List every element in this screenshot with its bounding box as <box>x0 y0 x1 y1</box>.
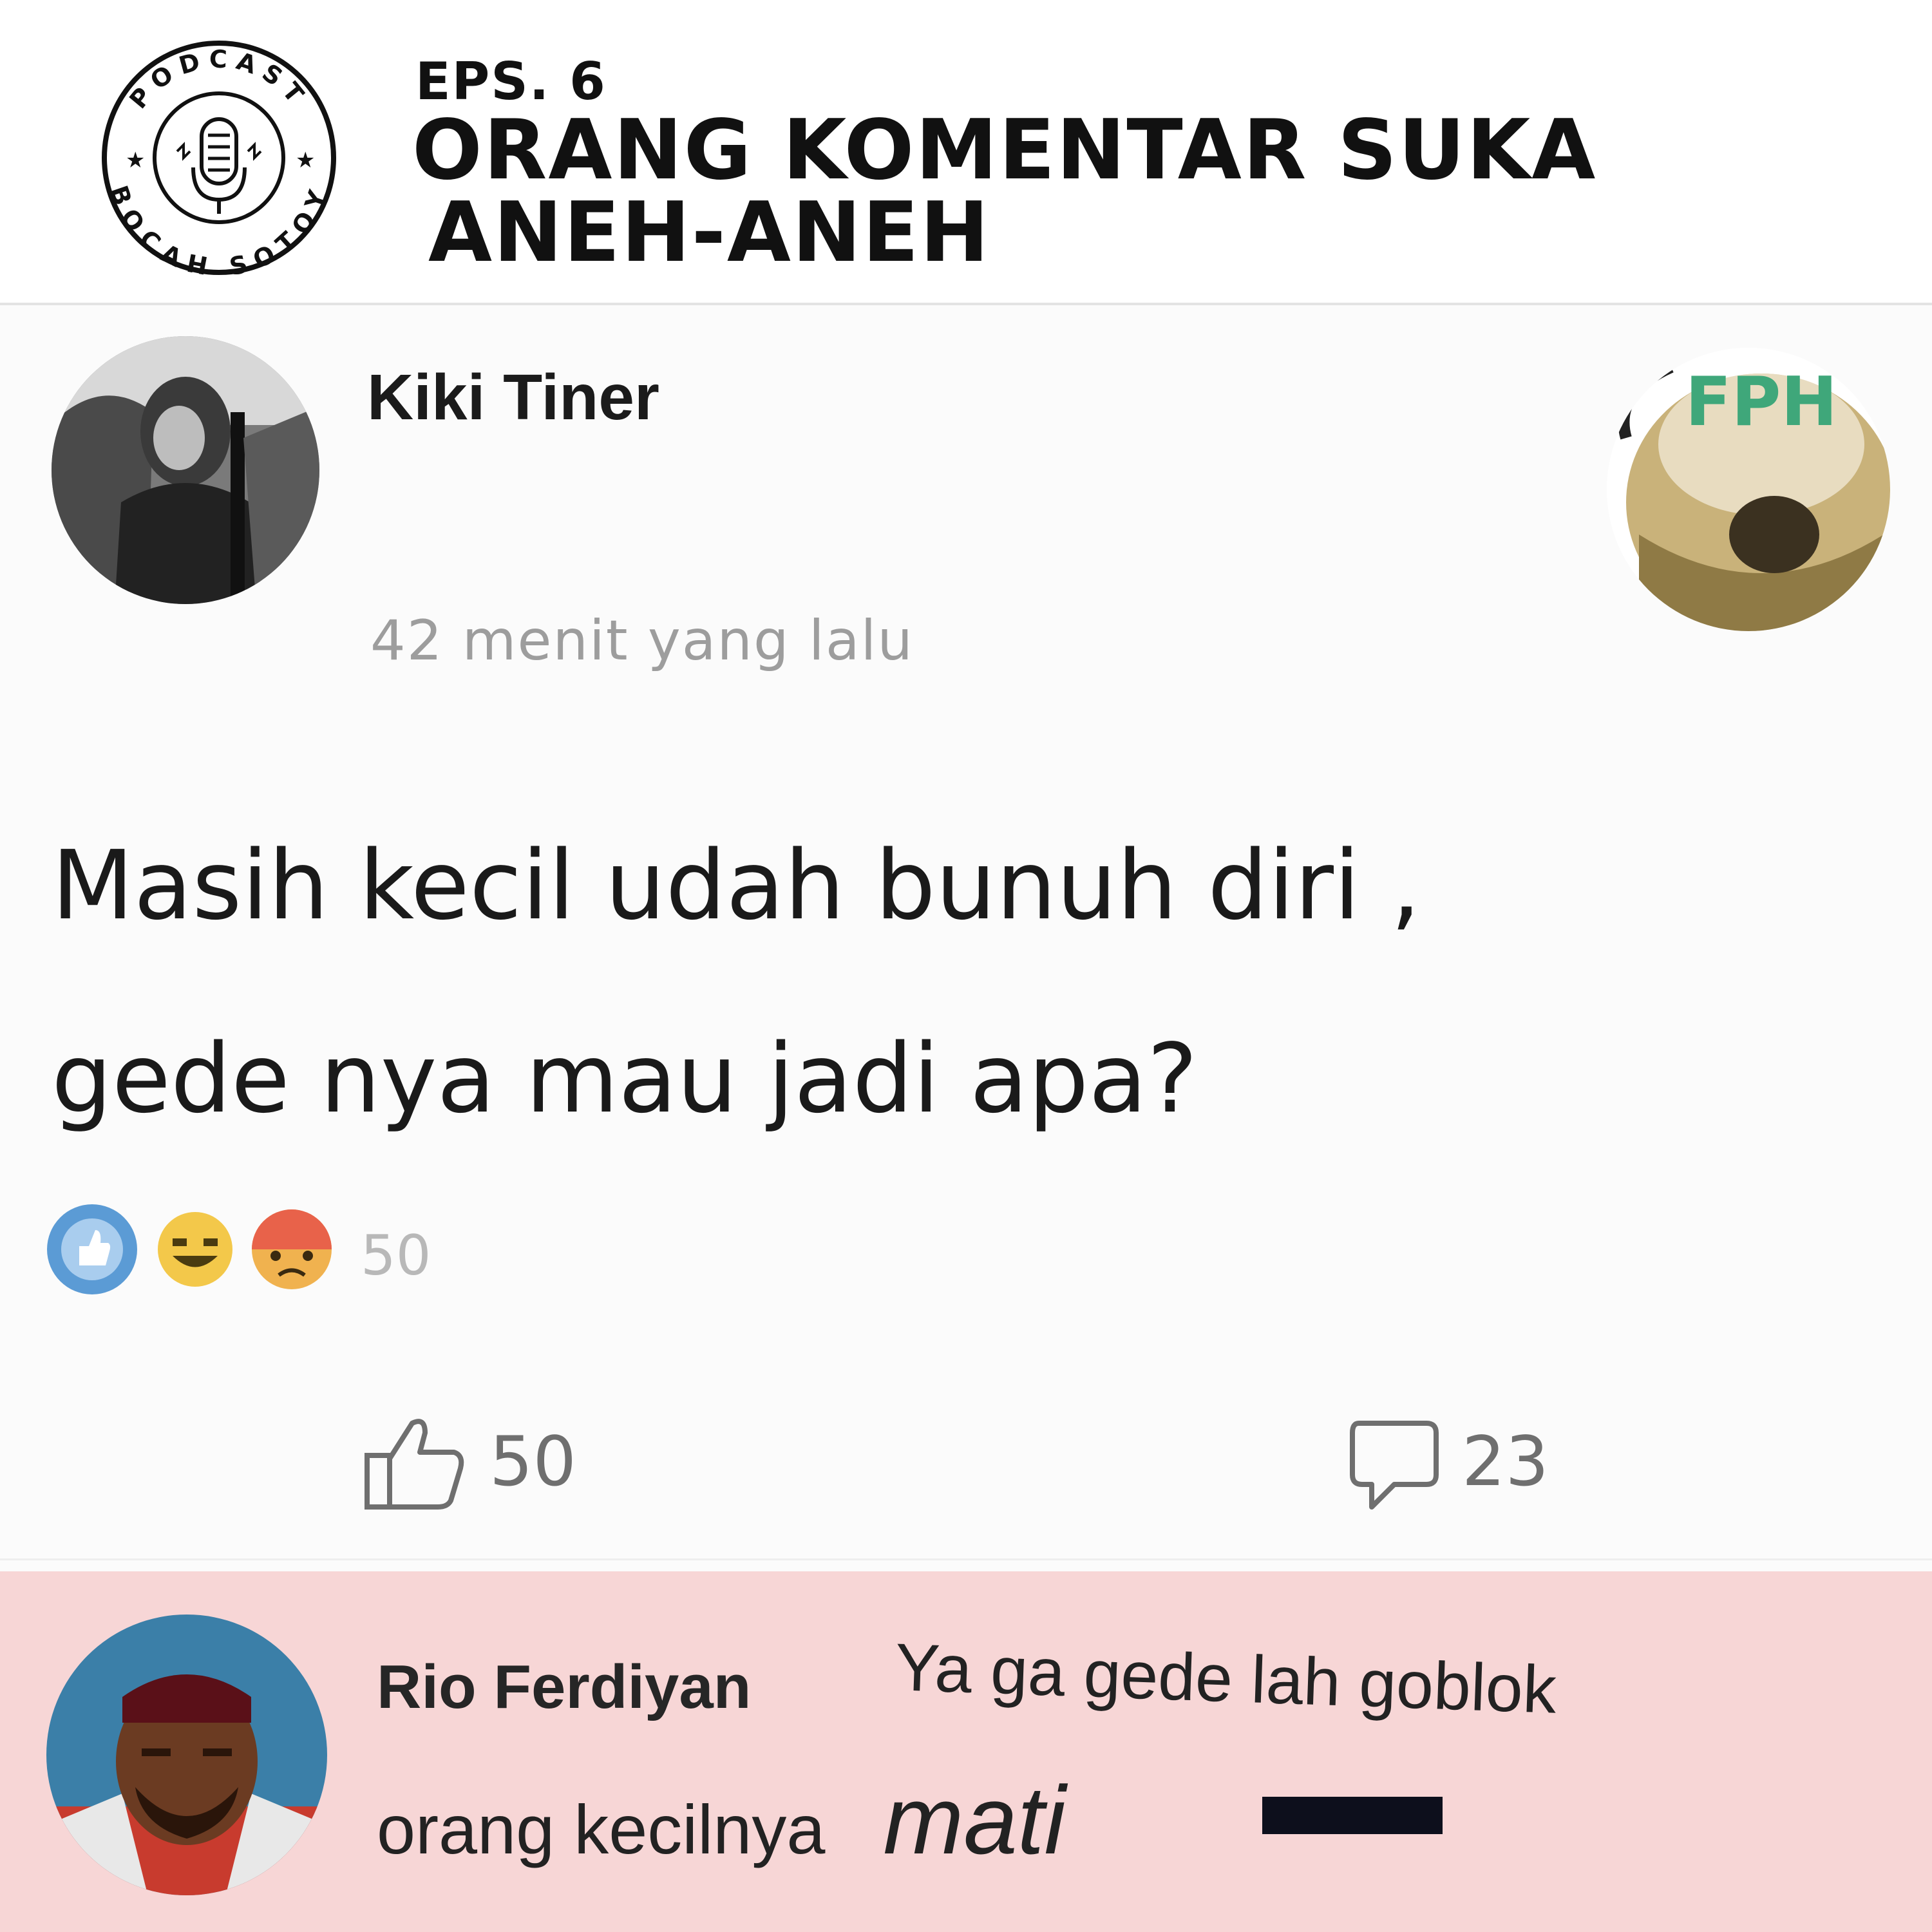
post-timestamp[interactable]: 42 menit yang lalu <box>370 609 914 673</box>
comment-count: 23 <box>1462 1422 1549 1501</box>
post-author-name[interactable]: Kiki Tiner <box>367 361 659 435</box>
episode-title-line1: ORANG KOMENTAR SUKA <box>412 102 1597 198</box>
comment-text-line2-part2: mati <box>883 1766 1066 1874</box>
svg-text:★: ★ <box>126 147 145 173</box>
like-button[interactable]: 50 <box>361 1410 576 1513</box>
reaction-count[interactable]: 50 <box>361 1224 431 1288</box>
post-footer-divider <box>0 1558 1932 1560</box>
comment-text-line2-part1: orang kecilnya <box>377 1790 826 1868</box>
haha-reaction-icon <box>158 1212 232 1287</box>
like-count: 50 <box>489 1422 576 1501</box>
fph-badge: FPH <box>1600 341 1897 638</box>
post-author-avatar[interactable] <box>50 335 321 605</box>
comment-bubble-icon <box>1350 1421 1439 1510</box>
like-reaction-icon <box>47 1204 137 1294</box>
post-text-line1: Masih kecil udah bunuh diri , <box>52 830 1421 941</box>
post-text-line2: gede nya mau jadi apa? <box>52 1023 1198 1134</box>
podcast-logo: PODCAST BOCAH SOTOY ★ ★ <box>100 39 338 281</box>
fph-badge-text: FPH <box>1685 363 1838 441</box>
episode-header: PODCAST BOCAH SOTOY ★ ★ EPS. 6 ORANG KOM <box>0 0 1932 303</box>
comment-button[interactable]: 23 <box>1346 1410 1549 1513</box>
comment-text-line2: orang kecilnya mati <box>377 1765 1066 1876</box>
comment-author-avatar[interactable] <box>45 1613 328 1897</box>
episode-title-line2: ANEH-ANEH <box>428 185 990 281</box>
angry-reaction-icon <box>252 1209 332 1289</box>
censor-bar <box>1262 1797 1443 1834</box>
thumbs-up-icon <box>365 1419 464 1510</box>
comment-author-name[interactable]: Rio Ferdiyan <box>377 1652 751 1723</box>
svg-text:★: ★ <box>296 147 315 173</box>
episode-title: ORANG KOMENTAR SUKA ANEH-ANEH <box>412 109 1765 274</box>
post-text: Masih kecil udah bunuh diri , gede nya m… <box>52 789 1855 1175</box>
